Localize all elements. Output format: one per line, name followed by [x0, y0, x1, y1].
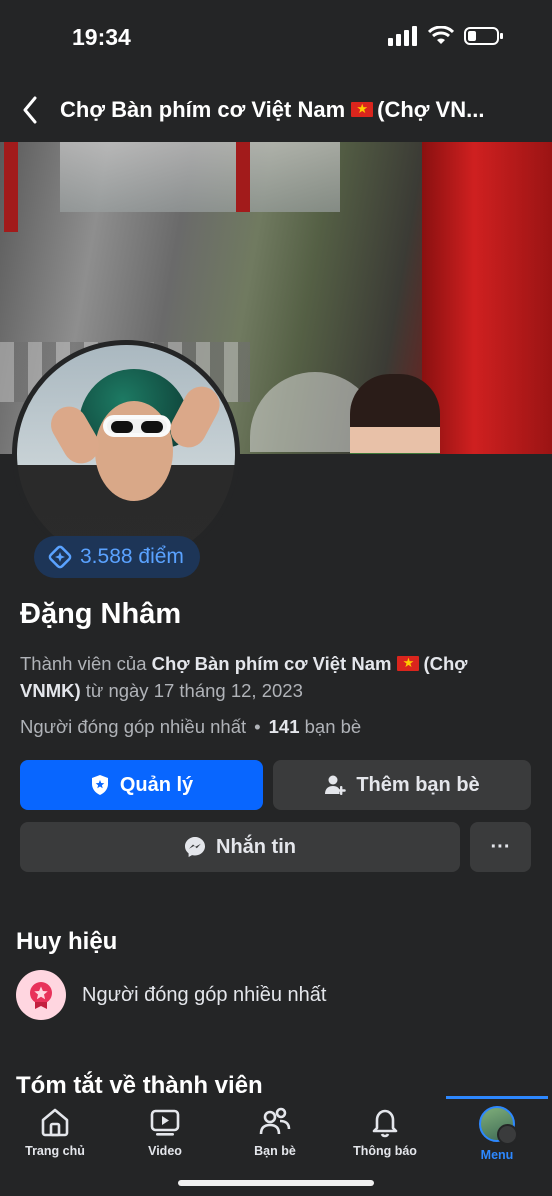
home-icon	[41, 1108, 69, 1137]
tab-home[interactable]: Trang chủ	[9, 1106, 101, 1158]
friends-count-link[interactable]: 141 bạn bè	[269, 716, 362, 738]
menu-avatar-icon	[479, 1106, 518, 1145]
badge-item[interactable]: Người đóng góp nhiều nhất	[16, 970, 326, 1020]
group-link[interactable]: Chợ Bàn phím cơ Việt Nam	[152, 653, 392, 674]
add-person-icon	[325, 775, 347, 795]
chevron-left-icon	[23, 96, 37, 124]
message-button[interactable]: Nhắn tin	[20, 822, 460, 872]
cellular-signal-icon	[388, 26, 417, 46]
friends-icon	[259, 1107, 291, 1135]
tab-friends[interactable]: Bạn bè	[229, 1106, 321, 1158]
points-badge[interactable]: 3.588 điểm	[34, 536, 200, 578]
home-indicator[interactable]	[178, 1180, 374, 1186]
vietnam-flag-icon	[351, 99, 374, 119]
top-nav-bar: Chợ Bàn phím cơ Việt Nam (Chợ VN...	[0, 84, 552, 136]
page-title: Chợ Bàn phím cơ Việt Nam (Chợ VN...	[60, 97, 516, 123]
more-options-button[interactable]: ···	[470, 822, 531, 872]
points-sparkle-icon	[48, 545, 72, 569]
vietnam-flag-icon	[397, 653, 420, 673]
group-title-suffix: (Chợ VN...	[377, 97, 485, 122]
member-name: Đặng Nhâm	[20, 598, 182, 630]
badge-label: Người đóng góp nhiều nhất	[82, 983, 327, 1006]
badges-section-title: Huy hiệu	[16, 928, 118, 955]
status-time: 19:34	[72, 24, 131, 50]
manage-button[interactable]: Quản lý	[20, 760, 263, 810]
membership-info: Thành viên của Chợ Bàn phím cơ Việt Nam(…	[20, 650, 520, 704]
profile-avatar[interactable]	[12, 340, 240, 568]
status-bar: 19:34	[0, 0, 552, 76]
group-title: Chợ Bàn phím cơ Việt Nam	[60, 97, 346, 122]
points-label: 3.588 điểm	[80, 545, 184, 568]
star-medal-icon	[16, 970, 66, 1020]
messenger-icon	[185, 837, 205, 857]
status-icons	[388, 26, 504, 46]
back-button[interactable]	[0, 84, 60, 136]
tab-video[interactable]: Video	[119, 1106, 211, 1158]
member-role: Người đóng góp nhiều nhất	[20, 716, 247, 737]
tab-notifications[interactable]: Thông báo	[339, 1106, 431, 1158]
wifi-icon	[428, 26, 454, 44]
video-icon	[150, 1109, 180, 1136]
active-tab-indicator	[446, 1096, 548, 1099]
bell-icon	[372, 1109, 398, 1138]
member-stats: Người đóng góp nhiều nhất • 141 bạn bè	[20, 716, 362, 738]
add-friend-button[interactable]: Thêm bạn bè	[273, 760, 531, 810]
shield-icon	[91, 775, 108, 795]
member-since: từ ngày 17 tháng 12, 2023	[85, 680, 303, 701]
battery-icon	[464, 27, 503, 45]
more-icon: ···	[490, 835, 511, 858]
tab-menu[interactable]: Menu	[451, 1106, 543, 1162]
